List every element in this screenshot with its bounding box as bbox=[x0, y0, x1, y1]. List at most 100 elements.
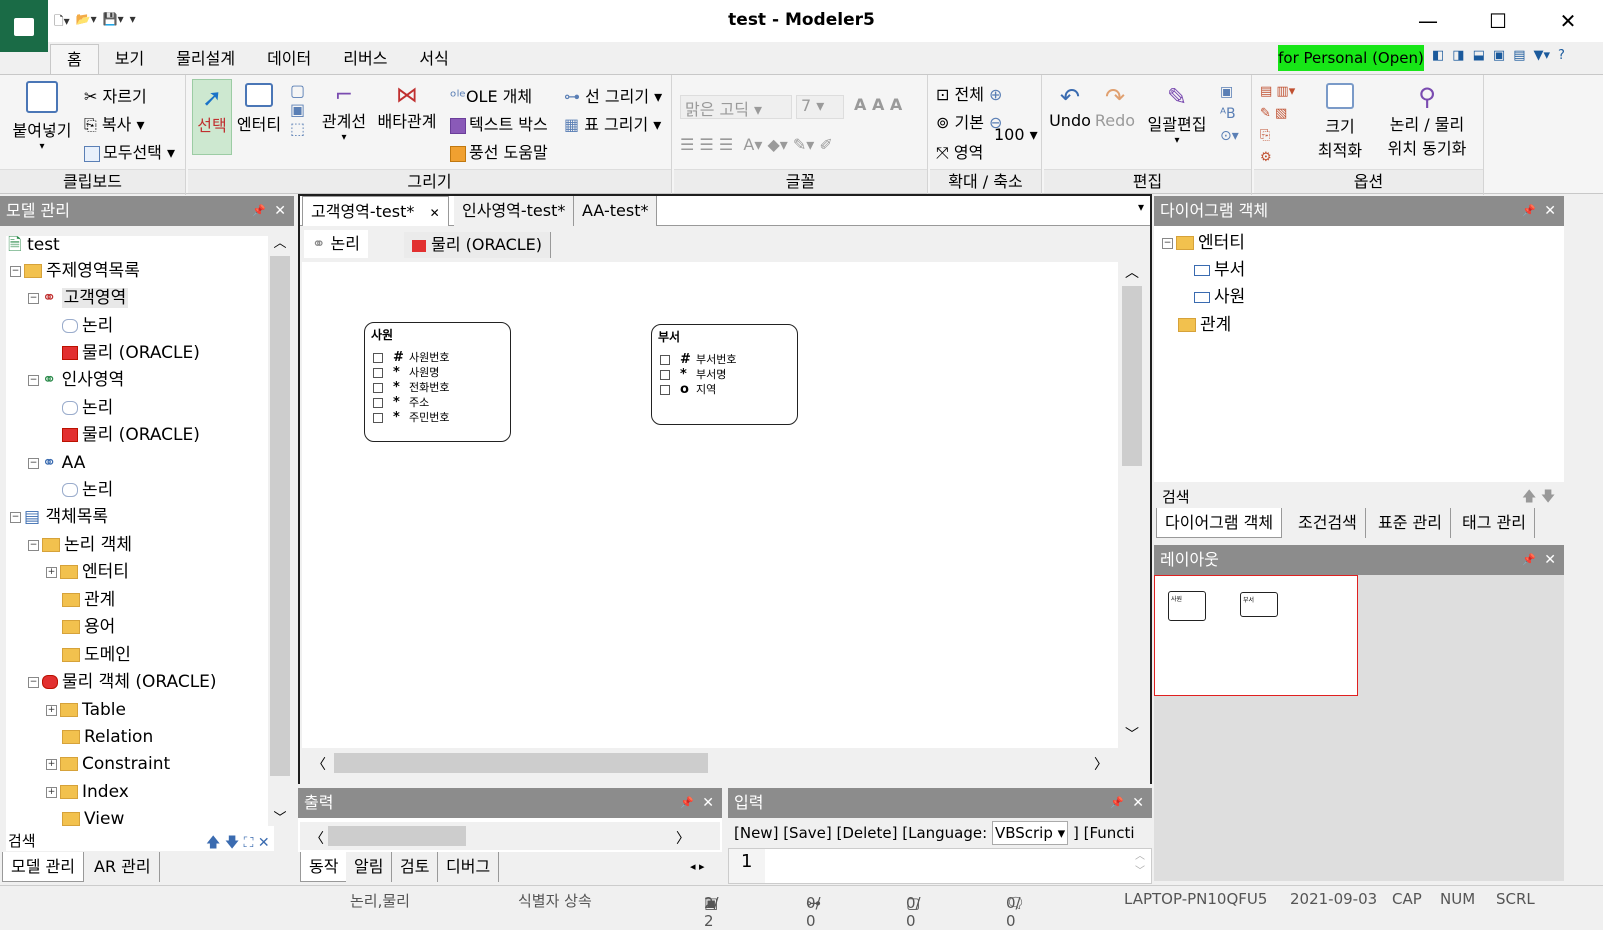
menu-tab-view[interactable]: 보기 bbox=[99, 44, 160, 74]
canvas-vscrollbar[interactable]: ︿ ﹀ bbox=[1118, 262, 1146, 748]
redo-button[interactable]: ↷ Redo bbox=[1094, 83, 1136, 130]
select-tool-button[interactable]: ➚ 선택 bbox=[192, 79, 232, 155]
tree-node-logical[interactable]: 논리 bbox=[62, 395, 113, 421]
menu-tab-format[interactable]: 서식 bbox=[403, 44, 464, 74]
attribute-row[interactable]: * 사원명 bbox=[373, 364, 439, 380]
attribute-row[interactable]: o 지역 bbox=[660, 381, 716, 397]
expand-icon[interactable]: + bbox=[46, 758, 57, 770]
tab-ar-management[interactable]: AR 관리 bbox=[86, 852, 160, 882]
scroll-thumb[interactable] bbox=[270, 256, 290, 776]
attribute-row[interactable]: # 사원번호 bbox=[373, 349, 449, 365]
undo-button[interactable]: ↶ Undo bbox=[1048, 83, 1092, 130]
tree-node-table[interactable]: + Table bbox=[46, 697, 126, 723]
tree-node-logical[interactable]: 논리 bbox=[62, 313, 113, 339]
tree-node-domains[interactable]: 도메인 bbox=[62, 642, 131, 668]
attribute-row[interactable]: * 주소 bbox=[373, 394, 429, 410]
tab-list-icon[interactable]: ▾ bbox=[1138, 200, 1144, 214]
collapse-icon[interactable]: − bbox=[28, 292, 39, 304]
menu-tab-home[interactable]: 홈 bbox=[50, 44, 99, 74]
checkbox[interactable] bbox=[373, 398, 383, 408]
checkbox[interactable] bbox=[660, 370, 670, 380]
tree-node-physical[interactable]: 물리 (ORACLE) bbox=[62, 340, 200, 366]
tree-node-hr-area[interactable]: − ⚭ 인사영역 bbox=[28, 367, 124, 393]
scroll-left-icon[interactable]: 〈 bbox=[310, 828, 324, 848]
collapse-icon[interactable]: − bbox=[28, 539, 39, 551]
checkbox[interactable] bbox=[660, 385, 670, 395]
table-draw-button[interactable]: ▦ 표 그리기 ▾ bbox=[564, 111, 661, 135]
close-icon[interactable]: ✕ bbox=[1132, 788, 1144, 818]
checkbox[interactable] bbox=[373, 368, 383, 378]
tree-node-aa[interactable]: − ⚭ AA bbox=[28, 450, 85, 476]
collapse-icon[interactable]: − bbox=[10, 265, 21, 277]
language-select[interactable]: VBScrip ▾ bbox=[991, 821, 1069, 845]
tree-node-physical-objects[interactable]: − 물리 객체 (ORACLE) bbox=[28, 669, 217, 695]
ole-object-button[interactable]: ᵒˡᵉOLE 개체 bbox=[450, 83, 532, 107]
menu-tab-reverse[interactable]: 리버스 bbox=[327, 44, 403, 74]
close-icon[interactable]: ✕ bbox=[1544, 196, 1556, 226]
entity-department[interactable]: 부서 # 부서번호 * 부서명 o 지역 bbox=[651, 324, 798, 425]
close-icon[interactable]: ✕ bbox=[702, 788, 714, 818]
attribute-row[interactable]: * 부서명 bbox=[660, 366, 726, 382]
close-icon[interactable]: ✕ bbox=[430, 206, 440, 220]
exclusive-relation-button[interactable]: ⋈ 배타관계 bbox=[374, 83, 440, 132]
tree-node-object-list[interactable]: − ▤ 객체목록 bbox=[10, 504, 108, 530]
expand-icon[interactable]: + bbox=[46, 704, 57, 716]
layout-icon[interactable]: ▤ bbox=[1513, 48, 1525, 63]
layout-icon[interactable]: ◧ bbox=[1432, 48, 1444, 63]
tree-node-subject-areas[interactable]: − 주제영역목록 bbox=[10, 258, 140, 284]
font-grow-icon[interactable]: A A A bbox=[854, 95, 902, 114]
tab-model-management[interactable]: 모델 관리 bbox=[2, 852, 84, 882]
license-badge[interactable]: for Personal (Open) bbox=[1278, 45, 1424, 71]
font-face-select[interactable]: 맑은 고딕 ▾ bbox=[680, 95, 792, 119]
output-hscrollbar[interactable]: 〈 〉 bbox=[300, 822, 720, 850]
tree-node-customer-area[interactable]: − ⚭ 고객영역 bbox=[28, 285, 129, 311]
function-button[interactable]: ] [Functi bbox=[1073, 824, 1135, 842]
close-icon[interactable]: ✕ bbox=[274, 196, 286, 226]
doc-tab-hr[interactable]: 인사영역-test* bbox=[454, 196, 575, 226]
tree-node-view[interactable]: View bbox=[62, 806, 124, 832]
tab-action[interactable]: 동작 bbox=[300, 852, 348, 882]
checkbox[interactable] bbox=[660, 355, 670, 365]
tree-node-constraint[interactable]: + Constraint bbox=[46, 751, 170, 777]
scroll-up-icon[interactable]: ︿ bbox=[1118, 262, 1146, 282]
zoom-area-button[interactable]: ⤧ 영역 bbox=[936, 139, 983, 163]
attribute-row[interactable]: # 부서번호 bbox=[660, 351, 736, 367]
scroll-right-icon[interactable]: 〉 bbox=[1094, 754, 1108, 774]
tab-tag-management[interactable]: 태그 관리 bbox=[1454, 508, 1535, 538]
collapse-icon[interactable]: − bbox=[28, 457, 39, 469]
tree-node-terms[interactable]: 용어 bbox=[62, 614, 115, 640]
subtab-physical[interactable]: 물리 (ORACLE) bbox=[404, 232, 552, 258]
entity-employee[interactable]: 사원 # 사원번호 * 사원명 * 전화번호 * 주소 * 주민번호 bbox=[364, 322, 511, 442]
expand-icon[interactable]: + bbox=[46, 566, 57, 578]
close-button[interactable]: ✕ bbox=[1533, 0, 1603, 42]
tree-node-logical-objects[interactable]: − 논리 객체 bbox=[28, 532, 132, 558]
font-size-select[interactable]: 7 ▾ bbox=[796, 95, 844, 119]
textbox-button[interactable]: 텍스트 박스 bbox=[450, 111, 548, 135]
checkbox[interactable] bbox=[373, 413, 383, 423]
tree-node-entities[interactable]: + 엔터티 bbox=[46, 559, 129, 585]
find-replace-icons[interactable]: ▣ ᴬB ⊙▾ bbox=[1220, 81, 1239, 147]
layout-icon[interactable]: ⬓ bbox=[1473, 48, 1485, 63]
zoom-percent-select[interactable]: 100 ▾ bbox=[994, 125, 1038, 144]
search-nav-icons[interactable]: 🡅 🡇 ⛶ ✕ bbox=[206, 832, 270, 856]
scroll-left-icon[interactable]: 〈 bbox=[312, 754, 326, 774]
tab-diagram-objects[interactable]: 다이어그램 객체 bbox=[1156, 508, 1283, 538]
collapse-icon[interactable]: − bbox=[1162, 237, 1173, 249]
tab-notification[interactable]: 알림 bbox=[346, 852, 393, 882]
tab-standard-management[interactable]: 표준 관리 bbox=[1370, 508, 1451, 538]
tree-node-relations[interactable]: 관계 bbox=[1178, 312, 1231, 338]
batch-edit-button[interactable]: ✎ 일괄편집 ▾ bbox=[1142, 83, 1212, 146]
select-all-button[interactable]: 모두선택 ▾ bbox=[84, 139, 175, 163]
cut-button[interactable]: ✂ 자르기 bbox=[84, 83, 147, 107]
tree-node-relations[interactable]: 관계 bbox=[62, 587, 115, 613]
maximize-button[interactable]: ☐ bbox=[1463, 0, 1533, 42]
tab-scroll-icons[interactable]: ◂ ▸ bbox=[690, 860, 705, 873]
entity-tool-button[interactable]: 엔터티 bbox=[234, 83, 284, 135]
pin-icon[interactable]: 📌 bbox=[680, 788, 694, 818]
tab-review[interactable]: 검토 bbox=[392, 852, 439, 882]
attribute-row[interactable]: * 주민번호 bbox=[373, 409, 449, 425]
paste-button[interactable]: 붙여넣기 ▾ bbox=[10, 81, 74, 152]
doc-tab-customer[interactable]: 고객영역-test* ✕ bbox=[302, 196, 449, 226]
search-nav-icons[interactable]: 🡅 🡇 bbox=[1522, 486, 1555, 510]
position-sync-button[interactable]: ⚲ 논리 / 물리 위치 동기화 bbox=[1378, 83, 1476, 159]
